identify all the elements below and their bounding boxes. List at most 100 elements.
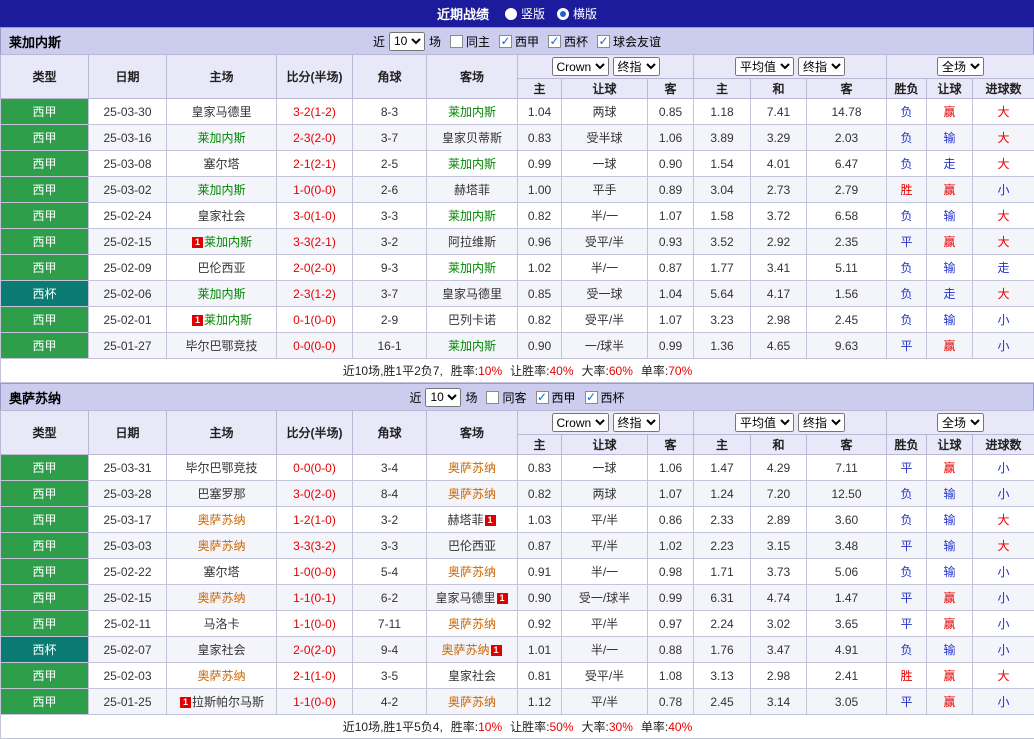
score-cell: 3-0(1-0) (277, 203, 353, 229)
column-header: 主场 (167, 55, 277, 99)
result-goals: 走 (973, 255, 1034, 281)
bookmaker-select[interactable]: Crown (552, 413, 609, 432)
team-link: 莱加内斯 (448, 105, 496, 119)
filter-西甲[interactable]: 西甲 (499, 33, 539, 50)
sections: 莱加内斯近10场同主西甲西杯球会友谊类型日期主场比分(半场)角球客场Crown终… (0, 27, 1034, 739)
team-link: 皇家马德里 (435, 591, 495, 605)
home-team-cell: 巴伦西亚 (167, 255, 277, 281)
date-cell: 25-03-08 (89, 151, 167, 177)
checkbox-icon[interactable] (450, 35, 463, 48)
bookmaker-select[interactable]: Crown (552, 57, 609, 76)
euro-away-odds: 1.56 (807, 281, 887, 307)
team-link: 莱加内斯 (448, 339, 496, 353)
asian-home-odds: 1.01 (518, 637, 562, 663)
filter-西甲[interactable]: 西甲 (536, 389, 576, 406)
result-handicap: 赢 (927, 611, 973, 637)
recent-count-select[interactable]: 10 (389, 32, 425, 51)
home-team-cell: 莱加内斯 (167, 281, 277, 307)
checkbox-icon[interactable] (597, 35, 610, 48)
league-cell: 西甲 (1, 559, 89, 585)
checkbox-icon[interactable] (486, 391, 499, 404)
team-link: 莱加内斯 (448, 261, 496, 275)
asian-odds-time-select[interactable]: 终指 (613, 413, 660, 432)
euro-away-odds: 3.05 (807, 689, 887, 715)
result-handicap: 输 (927, 481, 973, 507)
page-title: 近期战绩 (437, 4, 489, 23)
table-row: 西甲25-02-151莱加内斯3-3(2-1)3-2阿拉维斯0.96受平/半0.… (1, 229, 1034, 255)
date-cell: 25-03-02 (89, 177, 167, 203)
column-header: 日期 (89, 411, 167, 455)
result-outcome: 平 (887, 533, 927, 559)
team-header-bar: 莱加内斯近10场同主西甲西杯球会友谊 (0, 27, 1034, 54)
scope-select[interactable]: 全场 (937, 413, 984, 432)
asian-odds-time-select[interactable]: 终指 (613, 57, 660, 76)
table-row: 西甲25-01-251拉斯帕尔马斯1-1(0-0)4-2奥萨苏纳1.12平/半0… (1, 689, 1034, 715)
asian-home-col: 主 (518, 79, 562, 99)
column-header: 客场 (427, 411, 518, 455)
checkbox-label: 同客 (502, 389, 526, 406)
results-table: 类型日期主场比分(半场)角球客场Crown终指平均值终指全场主让球客主和客胜负让… (0, 54, 1034, 383)
corners-cell: 2-5 (353, 151, 427, 177)
checkbox-icon[interactable] (548, 35, 561, 48)
result-handicap: 输 (927, 637, 973, 663)
euro-away-odds: 5.11 (807, 255, 887, 281)
euro-draw-odds: 4.65 (751, 333, 807, 359)
date-cell: 25-02-01 (89, 307, 167, 333)
euro-home-odds: 2.33 (694, 507, 751, 533)
view-toggle: 竖版横版 (505, 5, 597, 22)
euro-away-odds: 2.45 (807, 307, 887, 333)
recent-label: 近 (373, 33, 385, 50)
away-team-cell: 巴伦西亚 (427, 533, 518, 559)
asian-odds-header: Crown终指 (518, 55, 694, 79)
team-link: 皇家马德里 (442, 287, 502, 301)
date-cell: 25-03-16 (89, 125, 167, 151)
corners-cell: 8-4 (353, 481, 427, 507)
league-cell: 西甲 (1, 333, 89, 359)
home-team-cell: 塞尔塔 (167, 151, 277, 177)
filter-西杯[interactable]: 西杯 (585, 389, 625, 406)
euro-average-select[interactable]: 平均值 (735, 57, 794, 76)
euro-draw-odds: 7.41 (751, 99, 807, 125)
radio-icon[interactable] (557, 8, 569, 20)
recent-count-select[interactable]: 10 (425, 388, 461, 407)
corners-cell: 3-5 (353, 663, 427, 689)
table-row: 西甲25-03-17奥萨苏纳1-2(1-0)3-2赫塔菲11.03平/半0.86… (1, 507, 1034, 533)
summary-row: 近10场,胜1平5负4,胜率:10%让胜率:50%大率:30%单率:40% (1, 715, 1034, 739)
euro-average-select[interactable]: 平均值 (735, 413, 794, 432)
asian-away-odds: 0.87 (648, 255, 694, 281)
handicap-line: 平手 (562, 177, 648, 203)
league-cell: 西甲 (1, 455, 89, 481)
team-link: 皇家社会 (448, 669, 496, 683)
date-cell: 25-02-11 (89, 611, 167, 637)
league-cell: 西杯 (1, 637, 89, 663)
euro-odds-header: 平均值终指 (694, 411, 887, 435)
radio-icon[interactable] (505, 8, 517, 20)
checkbox-icon[interactable] (499, 35, 512, 48)
view-option-horizontal[interactable]: 横版 (557, 5, 597, 22)
result-goals: 小 (973, 689, 1034, 715)
euro-away-odds: 4.91 (807, 637, 887, 663)
euro-odds-time-select[interactable]: 终指 (798, 413, 845, 432)
filter-西杯[interactable]: 西杯 (548, 33, 588, 50)
team-link: 拉斯帕尔马斯 (192, 695, 264, 709)
result-goals: 小 (973, 307, 1034, 333)
team-link: 皇家社会 (197, 209, 245, 223)
table-row: 西甲25-02-11马洛卡1-1(0-0)7-11奥萨苏纳0.92平/半0.97… (1, 611, 1034, 637)
team-section: 莱加内斯近10场同主西甲西杯球会友谊类型日期主场比分(半场)角球客场Crown终… (0, 27, 1034, 383)
summary-stat-value: 40% (550, 364, 574, 378)
filter-同客[interactable]: 同客 (486, 389, 526, 406)
euro-odds-time-select[interactable]: 终指 (798, 57, 845, 76)
result-outcome: 平 (887, 585, 927, 611)
view-option-vertical[interactable]: 竖版 (505, 5, 545, 22)
filter-同主[interactable]: 同主 (450, 33, 490, 50)
checkbox-icon[interactable] (585, 391, 598, 404)
asian-away-odds: 1.06 (648, 455, 694, 481)
team-name: 奥萨苏纳 (9, 388, 61, 407)
scope-select[interactable]: 全场 (937, 57, 984, 76)
date-cell: 25-03-30 (89, 99, 167, 125)
checkbox-icon[interactable] (536, 391, 549, 404)
asian-home-odds: 1.00 (518, 177, 562, 203)
date-cell: 25-03-17 (89, 507, 167, 533)
result-handicap: 输 (927, 203, 973, 229)
filter-球会友谊[interactable]: 球会友谊 (597, 33, 661, 50)
